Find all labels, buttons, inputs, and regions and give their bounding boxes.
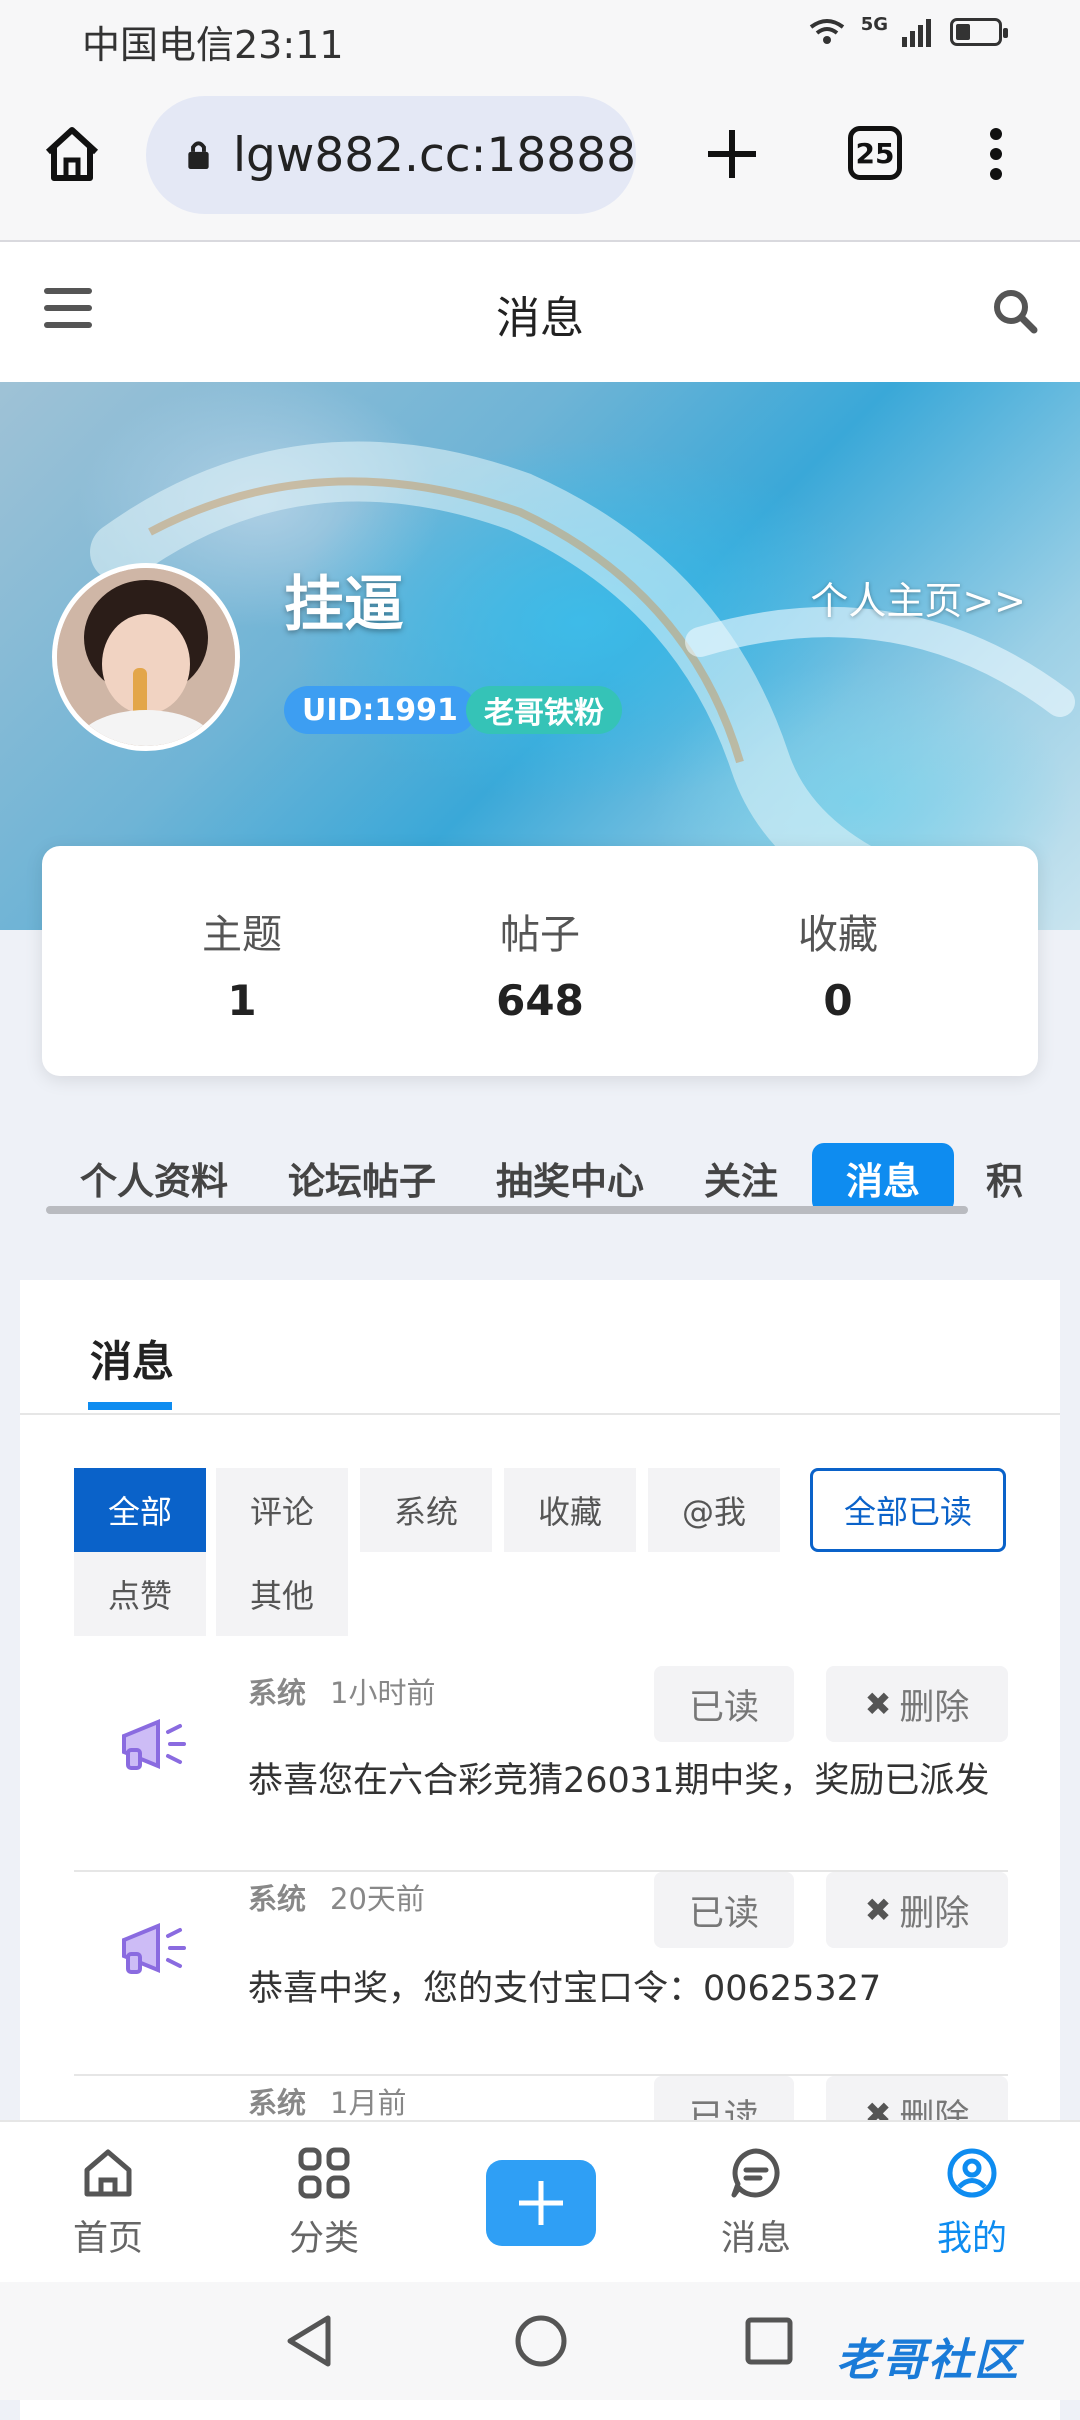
recents-icon[interactable] xyxy=(744,2316,794,2366)
nav-label: 我的 xyxy=(936,2219,1007,2259)
delete-label: 删除 xyxy=(899,1687,970,1728)
filter-all[interactable]: 全部 xyxy=(74,1468,206,1552)
tab-points[interactable]: 积 xyxy=(986,1151,1023,1205)
browser-toolbar: lgw882.cc:18888 25 xyxy=(0,76,1080,242)
stat-label: 收藏 xyxy=(798,912,878,958)
battery-icon xyxy=(950,17,1008,46)
more-menu-icon[interactable] xyxy=(984,126,1008,182)
new-tab-icon[interactable] xyxy=(704,126,760,182)
carrier-time: 中国电信23:11 xyxy=(82,23,344,67)
tab-forum-posts[interactable]: 论坛帖子 xyxy=(288,1151,436,1205)
stat-label: 主题 xyxy=(202,912,282,958)
nav-messages[interactable]: 消息 xyxy=(686,2146,826,2261)
nav-label: 首页 xyxy=(72,2219,143,2259)
bottom-nav: 首页 分类 消息 我的 xyxy=(0,2120,1080,2282)
message-text: 恭喜您在六合彩竞猜26031期中奖，奖励已派发 xyxy=(248,1761,990,1801)
message-type: 系统 xyxy=(248,2086,307,2120)
site-watermark-logo: 老哥社区 xyxy=(836,2335,1020,2386)
message-item[interactable]: 系统 1小时前 已读 ✖ 删除 恭喜您在六合彩竞猜26031期中奖，奖励已派发 xyxy=(74,1666,1008,1872)
message-time: 1月前 xyxy=(330,2086,407,2120)
stat-posts[interactable]: 帖子 648 xyxy=(390,902,690,1025)
filter-mentions[interactable]: @我 xyxy=(648,1468,780,1552)
stat-label: 帖子 xyxy=(500,912,580,958)
nav-label: 分类 xyxy=(288,2219,359,2259)
status-icons: 5G xyxy=(807,14,1008,49)
panel-title: 消息 xyxy=(90,1337,175,1386)
chat-icon xyxy=(731,2148,780,2198)
home-circle-icon[interactable] xyxy=(514,2314,568,2368)
tab-messages[interactable]: 消息 xyxy=(812,1143,954,1213)
panel-title-underline xyxy=(88,1402,172,1410)
mark-all-read-button[interactable]: 全部已读 xyxy=(810,1468,1006,1552)
nav-home[interactable]: 首页 xyxy=(38,2146,178,2261)
new-post-button[interactable] xyxy=(486,2160,596,2246)
close-icon: ✖ xyxy=(864,1685,892,1723)
message-text: 恭喜中奖，您的支付宝口令：00625327 xyxy=(248,1969,882,2009)
nav-profile[interactable]: 我的 xyxy=(902,2146,1042,2261)
stat-topics[interactable]: 主题 1 xyxy=(92,902,392,1025)
uid-badge: UID:1991 xyxy=(284,686,476,734)
message-item[interactable]: 系统 20天前 已读 ✖ 删除 恭喜中奖，您的支付宝口令：00625327 xyxy=(74,1870,1008,2076)
tabs-scrollbar[interactable] xyxy=(46,1206,968,1214)
avatar-image xyxy=(57,568,235,746)
network-type: 5G xyxy=(860,14,888,35)
filter-comments[interactable]: 评论 xyxy=(216,1468,348,1552)
grid-icon xyxy=(298,2147,350,2199)
user-icon xyxy=(947,2148,997,2198)
status-bar: 中国电信23:11 5G xyxy=(0,0,1080,76)
page-header: 消息 xyxy=(0,242,1080,382)
username: 挂逼 xyxy=(284,570,404,640)
filter-other[interactable]: 其他 xyxy=(216,1552,348,1636)
close-icon: ✖ xyxy=(864,1891,892,1929)
filter-favorites[interactable]: 收藏 xyxy=(504,1468,636,1552)
tab-count-button[interactable]: 25 xyxy=(848,126,902,180)
stat-value: 648 xyxy=(496,976,584,1025)
message-time: 1小时前 xyxy=(330,1676,436,1710)
megaphone-icon xyxy=(122,1923,186,1974)
nav-categories[interactable]: 分类 xyxy=(254,2146,394,2261)
homepage-link[interactable]: 个人主页>> xyxy=(810,570,1026,625)
address-bar[interactable]: lgw882.cc:18888 xyxy=(146,96,636,214)
avatar[interactable] xyxy=(52,563,240,751)
stats-card: 主题 1 帖子 648 收藏 0 xyxy=(42,846,1038,1076)
mark-read-button[interactable]: 已读 xyxy=(654,1872,794,1948)
delete-button[interactable]: ✖ 删除 xyxy=(826,1872,1008,1948)
megaphone-icon xyxy=(122,1719,186,1770)
mark-read-button[interactable]: 已读 xyxy=(654,1666,794,1742)
stat-value: 0 xyxy=(823,976,853,1025)
message-type: 系统 xyxy=(248,1676,307,1710)
lock-icon xyxy=(188,141,209,170)
filter-system[interactable]: 系统 xyxy=(360,1468,492,1552)
plus-icon xyxy=(519,2181,563,2225)
search-icon[interactable] xyxy=(992,288,1038,334)
tab-profile[interactable]: 个人资料 xyxy=(80,1151,228,1205)
filter-likes[interactable]: 点赞 xyxy=(74,1552,206,1636)
delete-button[interactable]: ✖ 删除 xyxy=(826,1666,1008,1742)
url-text: lgw882.cc:18888 xyxy=(232,127,636,183)
signal-icon xyxy=(902,18,931,47)
home-icon xyxy=(84,2149,132,2197)
message-time: 20天前 xyxy=(330,1882,425,1916)
home-icon[interactable] xyxy=(42,124,102,184)
nav-label: 消息 xyxy=(720,2219,791,2259)
tab-following[interactable]: 关注 xyxy=(704,1151,778,1205)
divider xyxy=(20,1413,1060,1415)
stat-value: 1 xyxy=(227,976,257,1025)
page-title: 消息 xyxy=(496,293,584,344)
stat-favorites[interactable]: 收藏 0 xyxy=(688,902,988,1025)
back-icon[interactable] xyxy=(284,2314,334,2368)
message-type: 系统 xyxy=(248,1882,307,1916)
delete-label: 删除 xyxy=(899,1893,970,1934)
wifi-icon xyxy=(809,18,844,44)
rank-badge: 老哥铁粉 xyxy=(466,686,622,734)
tab-lottery[interactable]: 抽奖中心 xyxy=(496,1151,644,1205)
